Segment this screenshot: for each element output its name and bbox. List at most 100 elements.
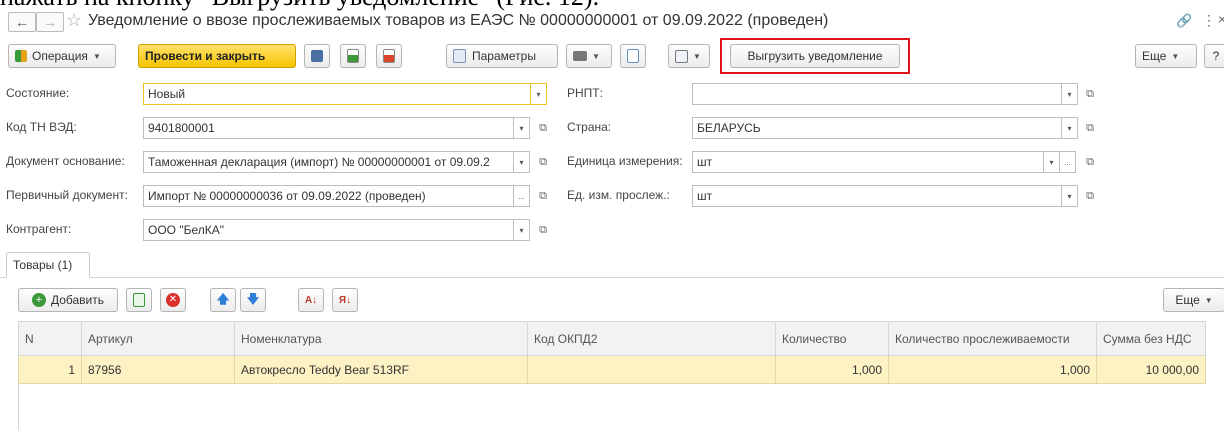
primary-doc-select-button[interactable]: ...	[514, 185, 530, 207]
col-header-quantity[interactable]: Количество	[775, 321, 889, 356]
save-button[interactable]	[304, 44, 330, 68]
unit-field[interactable]: шт	[692, 151, 1044, 173]
table-more-button[interactable]: Еще ▼	[1163, 288, 1224, 312]
parameters-button[interactable]: Параметры	[446, 44, 558, 68]
rnpt-open-button[interactable]: ⧉	[1080, 83, 1100, 105]
unit-select-button[interactable]: ▾	[1044, 151, 1060, 173]
track-unit-open-button[interactable]: ⧉	[1080, 185, 1100, 207]
arrow-up-icon: 🡅	[216, 291, 230, 306]
table-more-label: Еще	[1175, 293, 1200, 307]
unit-open-button[interactable]: ⧉	[1080, 151, 1100, 173]
basis-doc-open-button[interactable]: ⧉	[533, 151, 553, 173]
col-header-tracking-quantity[interactable]: Количество прослеживаемости	[888, 321, 1097, 356]
col-header-okpd2[interactable]: Код ОКПД2	[527, 321, 776, 356]
structure-button[interactable]	[620, 44, 646, 68]
export-highlight-frame	[720, 38, 910, 74]
cell-sum-without-vat[interactable]: 10 000,00	[1096, 355, 1206, 384]
parameters-icon	[453, 49, 466, 63]
copy-row-button[interactable]	[126, 288, 152, 312]
basis-doc-select-button[interactable]: ▾	[514, 151, 530, 173]
sort-asc-button[interactable]: A↓	[298, 288, 324, 312]
operation-icon	[15, 50, 27, 62]
table-header-row: N Артикул Номенклатура Код ОКПД2 Количес…	[18, 321, 1206, 356]
post-button[interactable]	[340, 44, 366, 68]
create-based-menu-button[interactable]: ▼	[668, 44, 710, 68]
primary-doc-label: Первичный документ:	[6, 188, 128, 202]
help-button[interactable]: ?	[1204, 44, 1224, 68]
tnved-open-button[interactable]: ⧉	[533, 117, 553, 139]
chevron-down-icon: ▾	[1049, 157, 1054, 167]
open-icon: ⧉	[1086, 87, 1094, 100]
counterparty-select-button[interactable]: ▾	[514, 219, 530, 241]
delete-row-button[interactable]: ✕	[160, 288, 186, 312]
post-document-icon	[347, 49, 359, 63]
forward-button[interactable]: →	[36, 12, 64, 32]
open-icon: ⧉	[1086, 121, 1094, 134]
more-menu-button[interactable]: Еще ▼	[1135, 44, 1197, 68]
create-based-icon	[675, 49, 688, 63]
menu-icon[interactable]: ⋮	[1202, 12, 1216, 29]
unit-choose-button[interactable]: ...	[1060, 151, 1076, 173]
add-row-button[interactable]: + Добавить	[18, 288, 118, 312]
state-select-button[interactable]: ▾	[531, 83, 547, 105]
col-header-sum-without-vat[interactable]: Сумма без НДС	[1096, 321, 1206, 356]
cell-quantity[interactable]: 1,000	[775, 355, 889, 384]
basis-doc-field[interactable]: Таможенная декларация (импорт) № 0000000…	[143, 151, 514, 173]
close-icon[interactable]: ×	[1218, 11, 1224, 27]
track-unit-select-button[interactable]: ▾	[1062, 185, 1078, 207]
chevron-down-icon: ▾	[1067, 191, 1072, 201]
print-menu-button[interactable]: ▼	[566, 44, 612, 68]
arrow-left-icon: ←	[15, 14, 29, 30]
tab-divider	[0, 277, 1224, 278]
post-and-close-label: Провести и закрыть	[145, 49, 266, 63]
open-icon: ⧉	[1086, 189, 1094, 202]
unpost-button[interactable]	[376, 44, 402, 68]
operation-label: Операция	[32, 49, 88, 63]
cell-okpd2[interactable]	[527, 355, 776, 384]
back-button[interactable]: ←	[8, 12, 36, 32]
counterparty-open-button[interactable]: ⧉	[533, 219, 553, 241]
open-icon: ⧉	[539, 155, 547, 168]
copy-icon	[133, 293, 145, 307]
post-and-close-button[interactable]: Провести и закрыть	[138, 44, 296, 68]
cell-article[interactable]: 87956	[81, 355, 235, 384]
arrow-down-icon: 🡇	[246, 291, 260, 306]
country-open-button[interactable]: ⧉	[1080, 117, 1100, 139]
counterparty-field[interactable]: ООО "БелКА"	[143, 219, 514, 241]
primary-doc-field[interactable]: Импорт № 00000000036 от 09.09.2022 (пров…	[143, 185, 514, 207]
operation-menu-button[interactable]: Операция ▼	[8, 44, 116, 68]
country-select-button[interactable]: ▾	[1062, 117, 1078, 139]
unpost-document-icon	[383, 49, 395, 63]
col-header-n[interactable]: N	[18, 321, 82, 356]
cell-n[interactable]: 1	[18, 355, 82, 384]
goods-table: N Артикул Номенклатура Код ОКПД2 Количес…	[18, 321, 1206, 384]
state-field[interactable]: Новый	[143, 83, 531, 105]
col-header-nomenclature[interactable]: Номенклатура	[234, 321, 528, 356]
tnved-select-button[interactable]: ▾	[514, 117, 530, 139]
track-unit-field[interactable]: шт	[692, 185, 1062, 207]
move-down-button[interactable]: 🡇	[240, 288, 266, 312]
rnpt-select-button[interactable]: ▾	[1062, 83, 1078, 105]
arrow-right-icon: →	[43, 14, 57, 30]
country-field[interactable]: БЕЛАРУСЬ	[692, 117, 1062, 139]
cell-nomenclature[interactable]: Автокресло Teddy Bear 513RF	[234, 355, 528, 384]
plus-circle-icon: +	[31, 293, 46, 307]
chevron-down-icon: ▾	[536, 89, 541, 99]
chevron-down-icon: ▾	[1067, 123, 1072, 133]
rnpt-field[interactable]	[692, 83, 1062, 105]
tnved-field[interactable]: 9401800001	[143, 117, 514, 139]
move-up-button[interactable]: 🡅	[210, 288, 236, 312]
table-row[interactable]: 1 87956 Автокресло Teddy Bear 513RF 1,00…	[18, 355, 1206, 384]
tab-goods[interactable]: Товары (1)	[6, 252, 90, 278]
chevron-down-icon: ▾	[519, 123, 524, 133]
chevron-down-icon: ▾	[519, 225, 524, 235]
cropped-heading-text: нажать на кнопку "Выгрузить уведомление"…	[0, 0, 599, 12]
col-header-article[interactable]: Артикул	[81, 321, 235, 356]
add-row-label: Добавить	[50, 293, 105, 307]
structure-icon	[627, 49, 639, 63]
primary-doc-open-button[interactable]: ⧉	[533, 185, 553, 207]
star-icon[interactable]: ☆	[66, 10, 82, 31]
cell-tracking-quantity[interactable]: 1,000	[888, 355, 1097, 384]
sort-desc-button[interactable]: Я↓	[332, 288, 358, 312]
link-icon[interactable]: 🔗	[1176, 13, 1192, 29]
